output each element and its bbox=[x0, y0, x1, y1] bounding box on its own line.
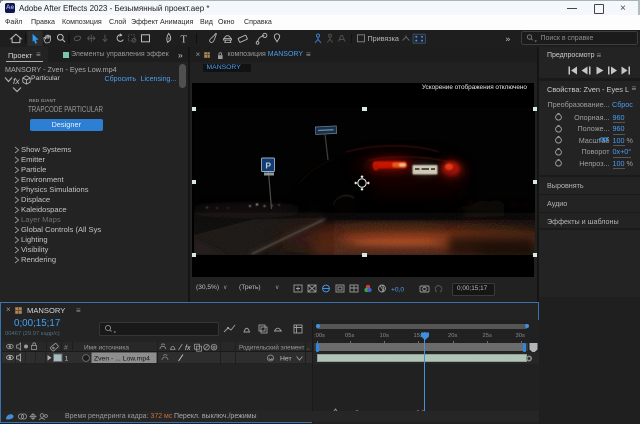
svg-text:T: T bbox=[181, 34, 188, 45]
svg-text:#: # bbox=[64, 345, 68, 352]
svg-text:P: P bbox=[265, 161, 271, 171]
svg-text:Zven - ... Low.mp4: Zven - ... Low.mp4 bbox=[94, 355, 150, 362]
svg-text:Имя источника: Имя источника bbox=[84, 345, 129, 352]
svg-text:Поиск в справке: Поиск в справке bbox=[541, 35, 594, 42]
svg-text:fx: fx bbox=[13, 76, 20, 86]
svg-text:Родительский элемент ..: Родительский элемент .. bbox=[239, 345, 310, 352]
svg-text:»: » bbox=[506, 34, 511, 44]
svg-text:Нет: Нет bbox=[280, 355, 292, 362]
svg-text:+0,0: +0,0 bbox=[391, 287, 404, 294]
svg-text:Привязка: Привязка bbox=[368, 34, 399, 43]
svg-text:1: 1 bbox=[65, 355, 69, 362]
